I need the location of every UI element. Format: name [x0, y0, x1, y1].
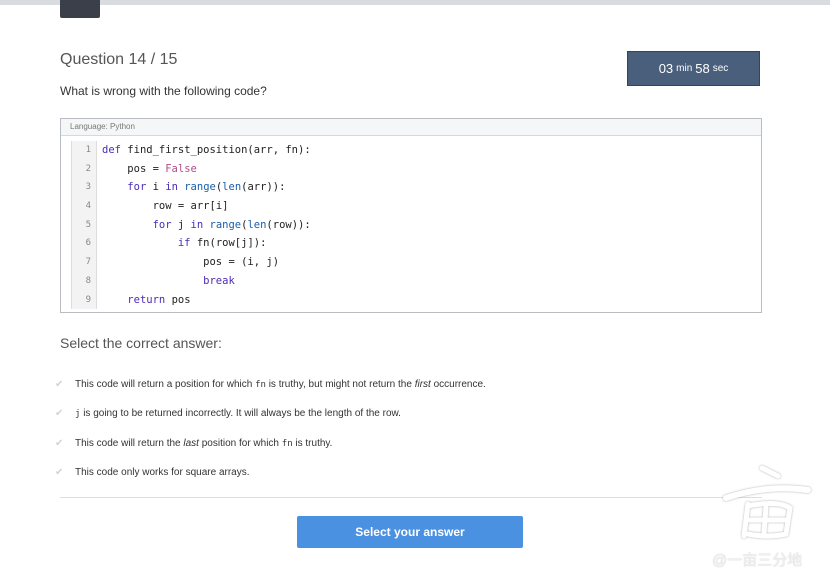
- answer-option[interactable]: ✔ This code only works for square arrays.: [55, 458, 486, 487]
- divider: [60, 497, 762, 498]
- timer-minutes: 03: [658, 61, 674, 76]
- answer-text: This code will return the last position …: [75, 437, 333, 449]
- checkmark-icon: ✔: [55, 437, 64, 449]
- watermark-text: @一亩三分地: [712, 552, 803, 569]
- code-line: def find_first_position(arr, fn):: [102, 144, 311, 156]
- timer-sec-label: sec: [712, 63, 729, 74]
- watermark-logo-icon: [723, 465, 811, 539]
- code-editor: 1 2 3 4 5 6 7 8 9 def find_first_position(arr, f…: [71, 141, 751, 309]
- answer-text: This code only works for square arrays.: [75, 467, 250, 479]
- answer-text: j is going to be returned incorrectly. I…: [75, 408, 401, 420]
- line-number: 2: [85, 163, 91, 174]
- timer-seconds: 58: [695, 61, 710, 76]
- answer-option[interactable]: ✔ j is going to be returned incorrectly. …: [55, 399, 486, 428]
- line-number: 6: [85, 238, 91, 249]
- line-number: 5: [85, 219, 91, 230]
- line-number: 1: [85, 145, 91, 155]
- answer-options: ✔ This code will return a position for wh…: [55, 370, 486, 487]
- line-number: 3: [85, 182, 91, 193]
- answers-heading: Select the correct answer:: [60, 335, 222, 351]
- line-number-gutter: 1 2 3 4 5 6 7 8 9: [72, 141, 97, 309]
- checkmark-icon: ✔: [55, 408, 64, 420]
- line-number: 8: [85, 275, 91, 286]
- code-line: for i in range(len(arr)):: [127, 181, 286, 194]
- submit-answer-button[interactable]: Select your answer: [297, 516, 523, 548]
- checkmark-icon: ✔: [55, 467, 64, 479]
- language-label: Language: Python: [61, 119, 761, 136]
- checkmark-icon: ✔: [55, 379, 64, 391]
- line-number: 4: [85, 201, 91, 212]
- top-bar: [0, 0, 830, 5]
- code-line: break: [203, 274, 235, 287]
- answer-option[interactable]: ✔ This code will return the last position…: [55, 429, 486, 458]
- code-line: return pos: [127, 293, 191, 306]
- code-line: row = arr[i]: [152, 200, 229, 213]
- line-number: 9: [85, 294, 91, 305]
- question-text: What is wrong with the following code?: [60, 84, 267, 98]
- code-line: pos = False: [127, 162, 197, 175]
- timer-min-label: min: [676, 63, 693, 74]
- code-block: Language: Python 1 2 3 4 5 6 7 8 9 def find_firs…: [60, 118, 762, 313]
- brand-logo-tab: [60, 0, 100, 18]
- code-lines: def find_first_position(arr, fn): pos = …: [102, 141, 311, 309]
- countdown-timer: 03 min 58 sec: [627, 51, 760, 86]
- code-line: if fn(row[j]):: [177, 237, 267, 250]
- question-counter: Question 14 / 15: [60, 51, 178, 68]
- answer-option[interactable]: ✔ This code will return a position for wh…: [55, 370, 486, 399]
- answer-text: This code will return a position for whi…: [75, 379, 486, 391]
- code-line: for j in range(len(row)):: [152, 218, 311, 231]
- code-line: pos = (i, j): [203, 256, 280, 269]
- line-number: 7: [85, 257, 91, 268]
